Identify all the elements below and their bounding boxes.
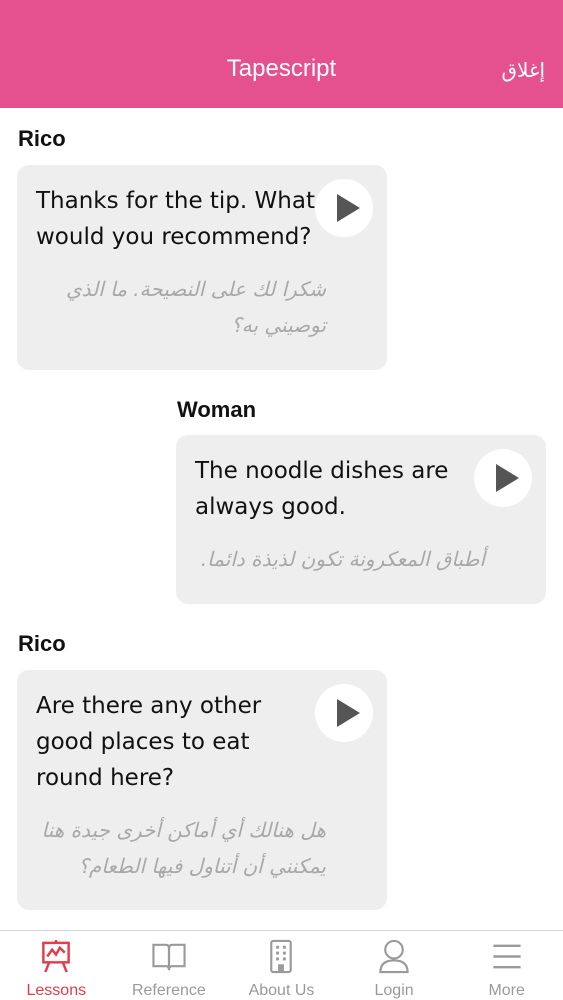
play-icon bbox=[496, 464, 519, 492]
tab-lessons[interactable]: Lessons bbox=[0, 931, 113, 1000]
message-english: Are there any other good places to eat r… bbox=[36, 693, 262, 791]
message-arabic: هل هنالك أي أماكن أخرى جيدة هنا يمكنني أ… bbox=[41, 818, 326, 878]
tab-reference[interactable]: Reference bbox=[113, 931, 226, 1000]
message-english: The noodle dishes are always good. bbox=[195, 458, 449, 520]
play-audio-button[interactable] bbox=[315, 179, 373, 237]
building-icon bbox=[270, 939, 293, 974]
message-english: Thanks for the tip. What would you recom… bbox=[36, 188, 315, 250]
tab-more[interactable]: More bbox=[450, 931, 563, 1000]
message-arabic: أطباق المعكرونة تكون لذيذة دائما. bbox=[200, 547, 485, 571]
play-audio-button[interactable] bbox=[474, 449, 532, 507]
message-bubble: The noodle dishes are always good. أطباق… bbox=[176, 435, 546, 604]
open-book-icon bbox=[152, 943, 186, 971]
tab-label: Login bbox=[374, 982, 414, 999]
play-icon bbox=[337, 194, 360, 222]
tab-about-us[interactable]: About Us bbox=[225, 931, 338, 1000]
play-audio-button[interactable] bbox=[315, 684, 373, 742]
message-arabic: شكرا لك على النصيحة. ما الذي توصيني به؟ bbox=[65, 277, 326, 337]
tab-label: Reference bbox=[131, 982, 206, 999]
tab-label: More bbox=[488, 982, 525, 999]
play-icon bbox=[337, 699, 360, 727]
message-bubble: Are there any other good places to eat r… bbox=[17, 670, 387, 910]
tapescript-content[interactable]: Rico Thanks for the tip. What would you … bbox=[0, 108, 563, 930]
top-bar: Tapescript إغلاق bbox=[0, 0, 563, 108]
page-title: Tapescript bbox=[226, 55, 337, 82]
message-bubble: Thanks for the tip. What would you recom… bbox=[17, 165, 387, 370]
user-icon bbox=[379, 939, 409, 974]
tab-login[interactable]: Login bbox=[338, 931, 451, 1000]
speaker-name: Woman bbox=[177, 397, 257, 422]
speaker-name: Rico bbox=[18, 631, 66, 656]
easel-chart-icon bbox=[42, 939, 71, 973]
hamburger-menu-icon bbox=[493, 944, 521, 969]
bottom-tab-bar: Lessons Reference About Us Login More bbox=[0, 930, 563, 1000]
speaker-name: Rico bbox=[18, 126, 66, 151]
tab-label: About Us bbox=[248, 982, 315, 999]
close-button[interactable]: إغلاق bbox=[502, 58, 545, 82]
tab-label: Lessons bbox=[26, 982, 87, 999]
